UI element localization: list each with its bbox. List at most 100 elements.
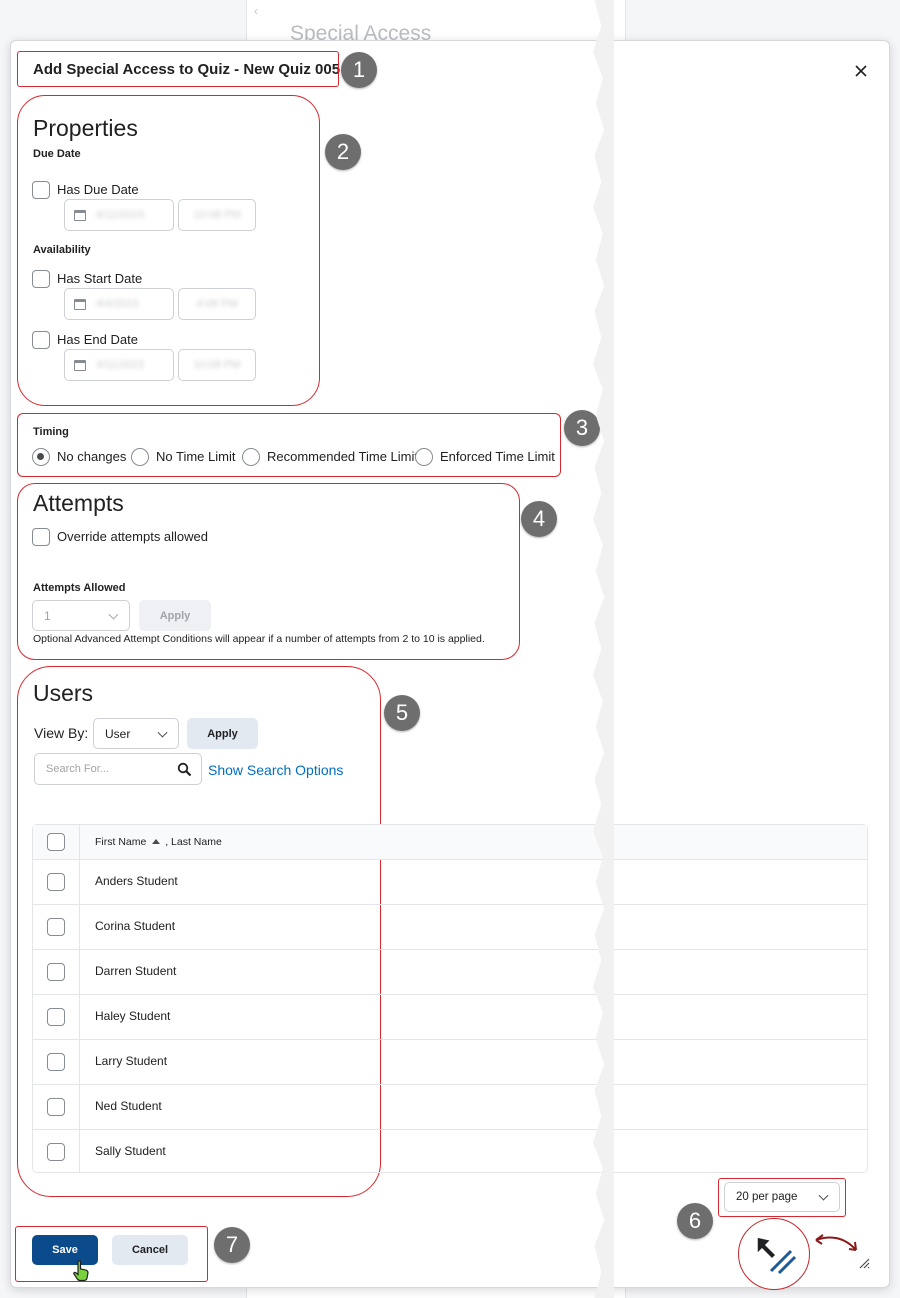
callout-badge: 4	[521, 501, 557, 537]
table-row: Darren Student	[33, 950, 867, 995]
table-row: Anders Student	[33, 860, 867, 905]
row-checkbox[interactable]	[47, 1053, 65, 1071]
timing-radio-no-changes[interactable]	[32, 448, 50, 466]
timing-radio-recommended[interactable]	[242, 448, 260, 466]
user-name: Ned Student	[95, 1099, 162, 1113]
attempts-note: Optional Advanced Attempt Conditions wil…	[33, 633, 485, 645]
row-checkbox[interactable]	[47, 1098, 65, 1116]
row-checkbox[interactable]	[47, 918, 65, 936]
due-date-input[interactable]: 4/11/2023	[64, 199, 174, 231]
has-end-date-checkbox[interactable]	[32, 331, 50, 349]
user-name: Anders Student	[95, 874, 178, 888]
resize-arrow-icon	[812, 1230, 862, 1269]
availability-label: Availability	[33, 244, 91, 256]
background-breadcrumb: ‹	[254, 4, 258, 18]
calendar-icon	[74, 359, 86, 371]
column-divider	[79, 825, 80, 859]
row-checkbox[interactable]	[47, 1143, 65, 1161]
callout-box-timing	[17, 413, 561, 477]
timing-option-label: Enforced Time Limit	[440, 449, 555, 464]
has-end-date-label: Has End Date	[57, 332, 138, 347]
user-name: Darren Student	[95, 964, 177, 978]
row-checkbox[interactable]	[47, 1008, 65, 1026]
row-checkbox[interactable]	[47, 963, 65, 981]
timing-radio-no-time-limit[interactable]	[131, 448, 149, 466]
timing-option-label: No Time Limit	[156, 449, 236, 464]
has-start-date-label: Has Start Date	[57, 271, 143, 286]
has-start-date-checkbox[interactable]	[32, 270, 50, 288]
end-date-value: 4/11/2023	[96, 359, 145, 371]
override-attempts-checkbox[interactable]	[32, 528, 50, 546]
per-page-select[interactable]: 20 per page	[724, 1182, 840, 1212]
user-name: Larry Student	[95, 1054, 168, 1068]
view-by-select[interactable]: User	[93, 718, 179, 749]
timing-option-label: No changes	[57, 449, 127, 464]
callout-badge: 6	[677, 1203, 713, 1239]
end-time-value: 10:08 PM	[193, 359, 241, 371]
start-time-value: 4:08 PM	[196, 298, 238, 310]
table-row: Haley Student	[33, 995, 867, 1040]
calendar-icon	[74, 209, 86, 221]
callout-badge: 3	[564, 410, 600, 446]
callout-box-title	[17, 51, 339, 87]
close-icon[interactable]	[853, 63, 869, 79]
user-name: Sally Student	[95, 1144, 166, 1158]
users-heading: Users	[33, 680, 94, 706]
end-date-input[interactable]: 4/11/2023	[64, 349, 174, 381]
column-last-name[interactable]: , Last Name	[165, 836, 222, 848]
chevron-down-icon	[157, 727, 168, 738]
callout-badge: 2	[325, 134, 361, 170]
search-placeholder: Search For...	[46, 763, 109, 775]
resize-handle-icon[interactable]	[858, 1256, 870, 1274]
resize-cursor-icon	[756, 1236, 797, 1275]
chevron-down-icon	[108, 609, 119, 620]
timing-option-label: Recommended Time Limit	[267, 449, 418, 464]
cancel-button[interactable]: Cancel	[112, 1235, 188, 1265]
has-due-date-checkbox[interactable]	[32, 181, 50, 199]
hand-pointer-icon	[72, 1260, 90, 1287]
view-by-label: View By:	[34, 725, 89, 741]
table-header: First Name , Last Name	[33, 825, 867, 860]
attempts-allowed-label: Attempts Allowed	[33, 582, 126, 594]
calendar-icon	[74, 298, 86, 310]
callout-badge: 1	[341, 52, 377, 88]
table-row: Larry Student	[33, 1040, 867, 1085]
start-date-value: 4/4/2023	[96, 298, 139, 310]
resize-callout-circle	[738, 1218, 810, 1290]
table-row: Sally Student	[33, 1130, 867, 1175]
row-checkbox[interactable]	[47, 873, 65, 891]
table-row: Ned Student	[33, 1085, 867, 1130]
attempts-apply-button[interactable]: Apply	[139, 600, 211, 631]
users-table: First Name , Last Name Anders Student Co…	[32, 824, 868, 1173]
sort-ascending-icon	[152, 839, 161, 844]
chevron-down-icon	[818, 1190, 829, 1201]
attempts-heading: Attempts	[33, 490, 124, 516]
due-date-value: 4/11/2023	[96, 209, 145, 221]
column-header-name[interactable]: First Name , Last Name	[95, 836, 222, 848]
has-due-date-label: Has Due Date	[57, 182, 139, 197]
end-time-input[interactable]: 10:08 PM	[178, 349, 256, 381]
user-name: Haley Student	[95, 1009, 171, 1023]
start-time-input[interactable]: 4:08 PM	[178, 288, 256, 320]
view-by-apply-button[interactable]: Apply	[187, 718, 258, 749]
search-input[interactable]: Search For...	[34, 753, 202, 785]
properties-heading: Properties	[33, 115, 138, 141]
due-time-value: 10:08 PM	[193, 209, 241, 221]
attempts-allowed-select[interactable]: 1	[32, 600, 130, 631]
timing-label: Timing	[33, 426, 69, 438]
callout-badge: 7	[214, 1227, 250, 1263]
table-row: Corina Student	[33, 905, 867, 950]
start-date-input[interactable]: 4/4/2023	[64, 288, 174, 320]
select-all-checkbox[interactable]	[47, 833, 65, 851]
due-date-label: Due Date	[33, 148, 81, 160]
per-page-value: 20 per page	[736, 1191, 798, 1203]
timing-radio-enforced[interactable]	[415, 448, 433, 466]
view-by-value: User	[105, 726, 131, 741]
user-name: Corina Student	[95, 919, 176, 933]
column-first-name[interactable]: First Name	[95, 836, 146, 848]
due-time-input[interactable]: 10:08 PM	[178, 199, 256, 231]
callout-badge: 5	[384, 695, 420, 731]
show-search-options-link[interactable]: Show Search Options	[208, 762, 343, 778]
attempts-allowed-value: 1	[44, 608, 51, 623]
search-icon[interactable]	[177, 762, 192, 780]
